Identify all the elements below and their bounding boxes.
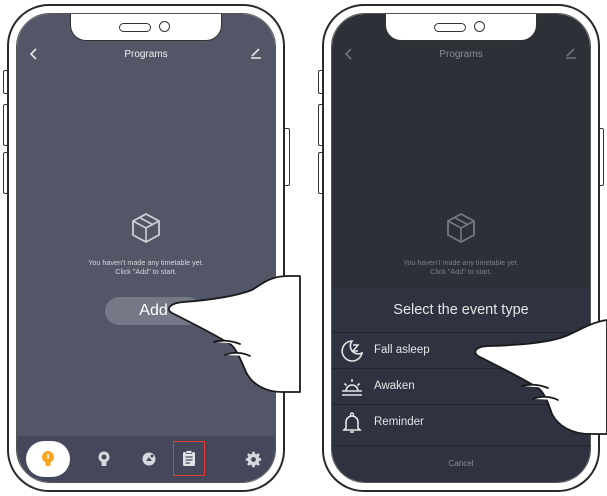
option-label: Fall asleep: [374, 344, 430, 356]
page-title: Programs: [124, 49, 168, 60]
phone-bezel: Programs You haven't made any timetable …: [331, 13, 591, 483]
empty-line-1: You haven't made any timetable yet.: [403, 258, 519, 267]
cancel-button[interactable]: Cancel: [332, 445, 590, 482]
empty-line-2: Click "Add" to start.: [430, 267, 492, 276]
tab-settings[interactable]: [238, 444, 268, 474]
tab-programs[interactable]: [173, 441, 205, 476]
empty-line-2: Click "Add" to start.: [115, 267, 177, 276]
pencil-icon: [566, 48, 576, 59]
bell-icon: [340, 411, 364, 440]
bottom-tab-bar: [17, 436, 275, 482]
scene-icon: [142, 452, 156, 466]
event-type-sheet: Select the event type Fall asleep Awaken: [332, 288, 590, 482]
tab-bulbs[interactable]: [89, 444, 119, 474]
phone-notch: [385, 14, 537, 41]
sheet-title: Select the event type: [393, 302, 529, 318]
empty-message: You haven't made any timetable yet. Clic…: [17, 258, 275, 276]
pencil-icon: [251, 48, 261, 59]
edit-button[interactable]: [249, 46, 263, 65]
sunrise-icon: [340, 375, 364, 404]
option-label: Awaken: [374, 380, 415, 392]
option-label: Reminder: [374, 416, 424, 428]
box-icon: [129, 211, 163, 250]
empty-message: You haven't made any timetable yet. Clic…: [332, 258, 590, 276]
edit-button[interactable]: [564, 46, 578, 65]
page-title: Programs: [439, 49, 483, 60]
option-awaken[interactable]: Awaken: [332, 368, 590, 405]
empty-line-1: You haven't made any timetable yet.: [88, 258, 204, 267]
phone-frame-left: Programs You haven't made any timetable …: [7, 4, 285, 492]
phone-bezel: Programs You haven't made any timetable …: [16, 13, 276, 483]
option-reminder[interactable]: Reminder: [332, 404, 590, 441]
tab-scenes[interactable]: [134, 444, 164, 474]
option-fall-asleep[interactable]: Fall asleep: [332, 332, 590, 369]
box-icon: [444, 211, 478, 250]
tab-lights[interactable]: [26, 441, 70, 477]
bulb-icon: [42, 451, 54, 466]
clipboard-icon: [183, 450, 195, 466]
programs-screen-dimmed: Programs You haven't made any timetable …: [332, 14, 590, 482]
moon-z-icon: [340, 339, 364, 368]
phone-frame-right: Programs You haven't made any timetable …: [322, 4, 600, 492]
programs-screen: Programs You haven't made any timetable …: [17, 14, 275, 482]
gear-icon: [245, 451, 261, 467]
bulb-outline-icon: [98, 451, 110, 466]
phone-notch: [70, 14, 222, 41]
add-button[interactable]: Add: [105, 297, 202, 325]
header: Programs: [17, 44, 275, 72]
header: Programs: [332, 44, 590, 72]
